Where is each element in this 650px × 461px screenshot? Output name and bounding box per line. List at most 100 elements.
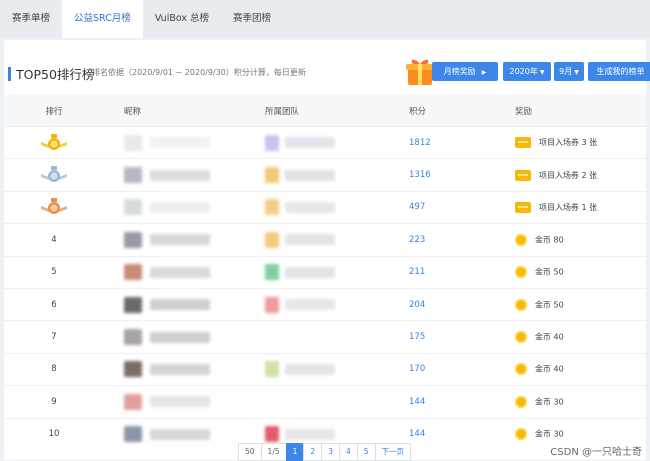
page-title: TOP50排行榜 bbox=[16, 67, 95, 82]
score-cell: 211 bbox=[379, 255, 497, 289]
reward-cell: 金币 50 bbox=[497, 287, 646, 321]
nickname-cell bbox=[104, 125, 239, 159]
page-4-button[interactable]: 4 bbox=[338, 443, 358, 461]
nickname-redacted bbox=[150, 363, 210, 375]
gold-medal-icon bbox=[41, 133, 67, 150]
column-header-rank: 排行 bbox=[4, 95, 104, 127]
page-5-button[interactable]: 5 bbox=[356, 443, 376, 461]
score-cell: 175 bbox=[379, 320, 497, 354]
team-cell bbox=[239, 287, 379, 321]
team-name-redacted bbox=[285, 201, 335, 213]
table-row: 1316 项目入场券 2 张 bbox=[4, 158, 646, 192]
avatar bbox=[124, 296, 142, 313]
coin-icon bbox=[515, 266, 527, 279]
pagination: 50 1/5 1 2 3 4 5 下一页 bbox=[238, 443, 412, 461]
team-cell bbox=[239, 352, 379, 386]
tab-season-team[interactable]: 赛季团榜 bbox=[221, 0, 283, 38]
month-select-value: 9月 bbox=[559, 67, 573, 76]
nickname-redacted bbox=[150, 169, 210, 181]
page-size-select[interactable]: 50 bbox=[238, 443, 262, 461]
generate-my-ranking-button[interactable]: 生成我的榜单 bbox=[588, 62, 650, 81]
reward-cell: 金币 40 bbox=[497, 320, 646, 354]
rank-cell bbox=[4, 190, 104, 224]
table-row: 7 175 金币 40 bbox=[4, 320, 646, 354]
rank-cell: 7 bbox=[4, 320, 104, 354]
year-select-value: 2020年 bbox=[509, 67, 538, 76]
score-cell: 170 bbox=[379, 352, 497, 386]
avatar bbox=[124, 361, 142, 378]
team-name-redacted bbox=[285, 169, 335, 181]
team-logo bbox=[265, 361, 279, 378]
ranking-basis-text: 排名依据（2020/9/01 ~ 2020/9/30）积分计算，每日更新 bbox=[92, 68, 306, 77]
reward-text: 项目入场券 2 张 bbox=[539, 170, 598, 180]
tab-bar: 赛季单榜 公益SRC月榜 VulBox 总榜 赛季团榜 bbox=[0, 0, 650, 38]
avatar bbox=[124, 134, 142, 151]
rank-cell: 10 bbox=[4, 417, 104, 450]
avatar bbox=[124, 329, 142, 346]
reward-text: 金币 40 bbox=[535, 332, 564, 342]
reward-cell: 项目入场券 2 张 bbox=[497, 158, 646, 192]
reward-text: 金币 30 bbox=[535, 397, 564, 407]
avatar bbox=[124, 231, 142, 248]
nickname-cell bbox=[104, 287, 239, 321]
score-cell: 144 bbox=[379, 385, 497, 419]
table-row: 6 204 金币 50 bbox=[4, 287, 646, 321]
page-info: 1/5 bbox=[260, 443, 287, 461]
page-2-button[interactable]: 2 bbox=[303, 443, 323, 461]
tab-season-single[interactable]: 赛季单榜 bbox=[0, 0, 62, 38]
caret-down-icon: ▼ bbox=[574, 69, 579, 76]
team-cell bbox=[239, 125, 379, 159]
avatar bbox=[124, 393, 142, 410]
ticket-icon bbox=[515, 169, 531, 181]
table-row: 497 项目入场券 1 张 bbox=[4, 190, 646, 224]
team-logo bbox=[265, 167, 279, 184]
score-cell: 497 bbox=[379, 190, 497, 224]
nickname-redacted bbox=[150, 331, 210, 343]
year-select[interactable]: 2020年 ▼ bbox=[503, 62, 551, 81]
caret-down-icon: ▼ bbox=[539, 69, 545, 76]
nickname-redacted bbox=[150, 234, 210, 246]
column-header-score: 积分 bbox=[379, 95, 497, 127]
month-select[interactable]: 9月 ▼ bbox=[554, 62, 584, 81]
table-row: 8 170 金币 40 bbox=[4, 352, 646, 386]
tab-vulbox-total[interactable]: VulBox 总榜 bbox=[143, 0, 221, 38]
team-cell bbox=[239, 223, 379, 257]
team-logo bbox=[265, 296, 279, 313]
team-name-redacted bbox=[285, 266, 335, 278]
score-cell: 223 bbox=[379, 223, 497, 257]
team-name-redacted bbox=[285, 137, 335, 149]
monthly-reward-button[interactable]: 月榜奖励 ▶ bbox=[432, 62, 498, 81]
reward-text: 金币 50 bbox=[535, 267, 564, 277]
score-cell: 1316 bbox=[379, 158, 497, 192]
table-header-row: 排行 昵称 所属团队 积分 奖励 bbox=[4, 95, 646, 127]
page-3-button[interactable]: 3 bbox=[321, 443, 340, 461]
avatar bbox=[124, 199, 142, 216]
team-name-redacted bbox=[285, 299, 335, 311]
rank-cell: 5 bbox=[4, 255, 104, 289]
team-cell bbox=[239, 385, 379, 419]
leaderboard-header: TOP50排行榜 排名依据（2020/9/01 ~ 2020/9/30）积分计算… bbox=[4, 40, 650, 95]
nickname-cell bbox=[104, 385, 239, 419]
next-page-button[interactable]: 下一页 bbox=[374, 443, 412, 461]
nickname-redacted bbox=[150, 137, 210, 149]
nickname-redacted bbox=[150, 201, 210, 213]
tab-src-monthly[interactable]: 公益SRC月榜 bbox=[62, 0, 143, 38]
team-name-redacted bbox=[285, 363, 335, 375]
rank-cell: 8 bbox=[4, 352, 104, 386]
team-cell bbox=[239, 320, 379, 354]
ticket-icon bbox=[515, 137, 531, 149]
reward-text: 金币 80 bbox=[535, 235, 564, 245]
avatar bbox=[124, 426, 142, 443]
score-cell: 204 bbox=[379, 287, 497, 321]
rank-cell: 4 bbox=[4, 223, 104, 257]
page-1-button[interactable]: 1 bbox=[285, 443, 305, 461]
reward-text: 金币 30 bbox=[535, 429, 564, 439]
ticket-icon bbox=[515, 201, 531, 213]
coin-icon bbox=[515, 298, 527, 311]
reward-cell: 项目入场券 3 张 bbox=[497, 125, 646, 159]
team-logo bbox=[265, 264, 279, 281]
table-row: 4 223 金币 80 bbox=[4, 223, 646, 257]
nickname-cell bbox=[104, 320, 239, 354]
nickname-redacted bbox=[150, 396, 210, 408]
nickname-cell bbox=[104, 417, 239, 450]
